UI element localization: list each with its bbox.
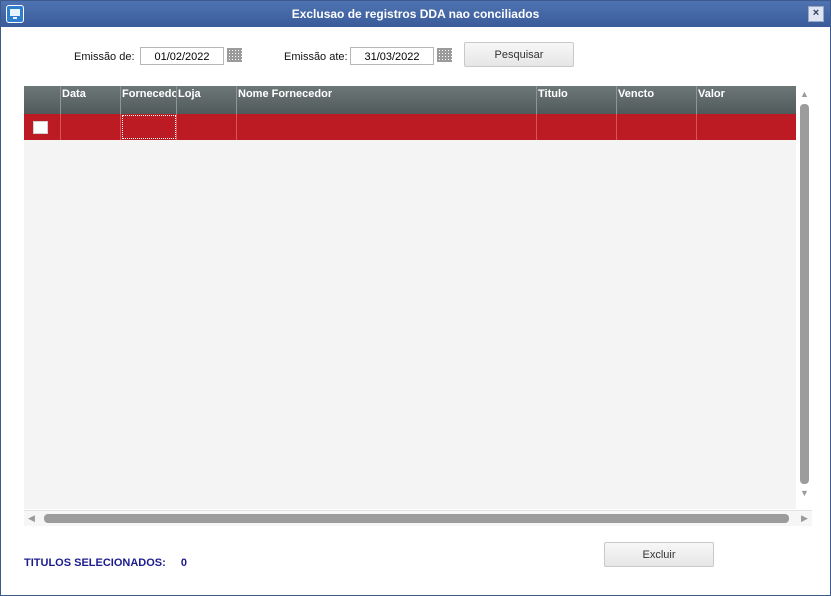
selected-count-status: TITULOS SELECIONADOS: 0 [24,557,187,569]
vertical-scrollbar[interactable]: ▲ ▼ [797,86,812,509]
column-header-data[interactable]: Data [61,86,121,114]
column-header-vencto[interactable]: Vencto [617,86,697,114]
emissao-de-label: Emissão de: [74,51,135,63]
emissao-ate-label: Emissão ate: [284,51,348,63]
horizontal-scrollbar[interactable]: ◀ ▶ [24,510,812,526]
search-button[interactable]: Pesquisar [464,42,574,67]
scroll-up-icon[interactable]: ▲ [800,89,809,99]
emissao-ate-input[interactable]: 31/03/2022 [350,47,434,65]
cell-valor[interactable] [697,114,796,140]
dialog-window: Exclusao de registros DDA nao conciliado… [0,0,831,596]
scroll-down-icon[interactable]: ▼ [800,488,809,498]
records-grid: Data Fornecedor Loja Nome Fornecedor Tit… [24,86,796,509]
emissao-de-input[interactable]: 01/02/2022 [140,47,224,65]
cell-loja[interactable] [177,114,237,140]
column-header-titulo[interactable]: Titulo [537,86,617,114]
column-header-valor[interactable]: Valor [697,86,796,114]
row-checkbox[interactable] [33,121,48,134]
scroll-right-icon[interactable]: ▶ [801,513,808,523]
title-bar[interactable]: Exclusao de registros DDA nao conciliado… [1,1,830,27]
selected-count: 0 [180,557,187,569]
vertical-scroll-thumb[interactable] [800,104,809,484]
column-header-loja[interactable]: Loja [177,86,237,114]
cell-titulo[interactable] [537,114,617,140]
horizontal-scroll-thumb[interactable] [44,514,789,523]
calendar-icon[interactable] [437,48,452,62]
select-cell[interactable] [24,114,61,140]
table-row[interactable] [24,114,796,140]
scroll-left-icon[interactable]: ◀ [28,513,35,523]
grid-header: Data Fornecedor Loja Nome Fornecedor Tit… [24,86,796,114]
column-header-select[interactable] [24,86,61,114]
column-header-nome-fornecedor[interactable]: Nome Fornecedor [237,86,537,114]
window-title: Exclusao de registros DDA nao conciliado… [291,7,540,21]
close-button[interactable]: × [808,6,824,22]
column-header-fornecedor[interactable]: Fornecedor [121,86,177,114]
cell-nome-fornecedor[interactable] [237,114,537,140]
cell-fornecedor[interactable] [121,114,177,140]
selected-label: TITULOS SELECIONADOS: [24,557,166,569]
cell-data[interactable] [61,114,121,140]
calendar-icon[interactable] [227,48,242,62]
cell-vencto[interactable] [617,114,697,140]
delete-button[interactable]: Excluir [604,542,714,567]
